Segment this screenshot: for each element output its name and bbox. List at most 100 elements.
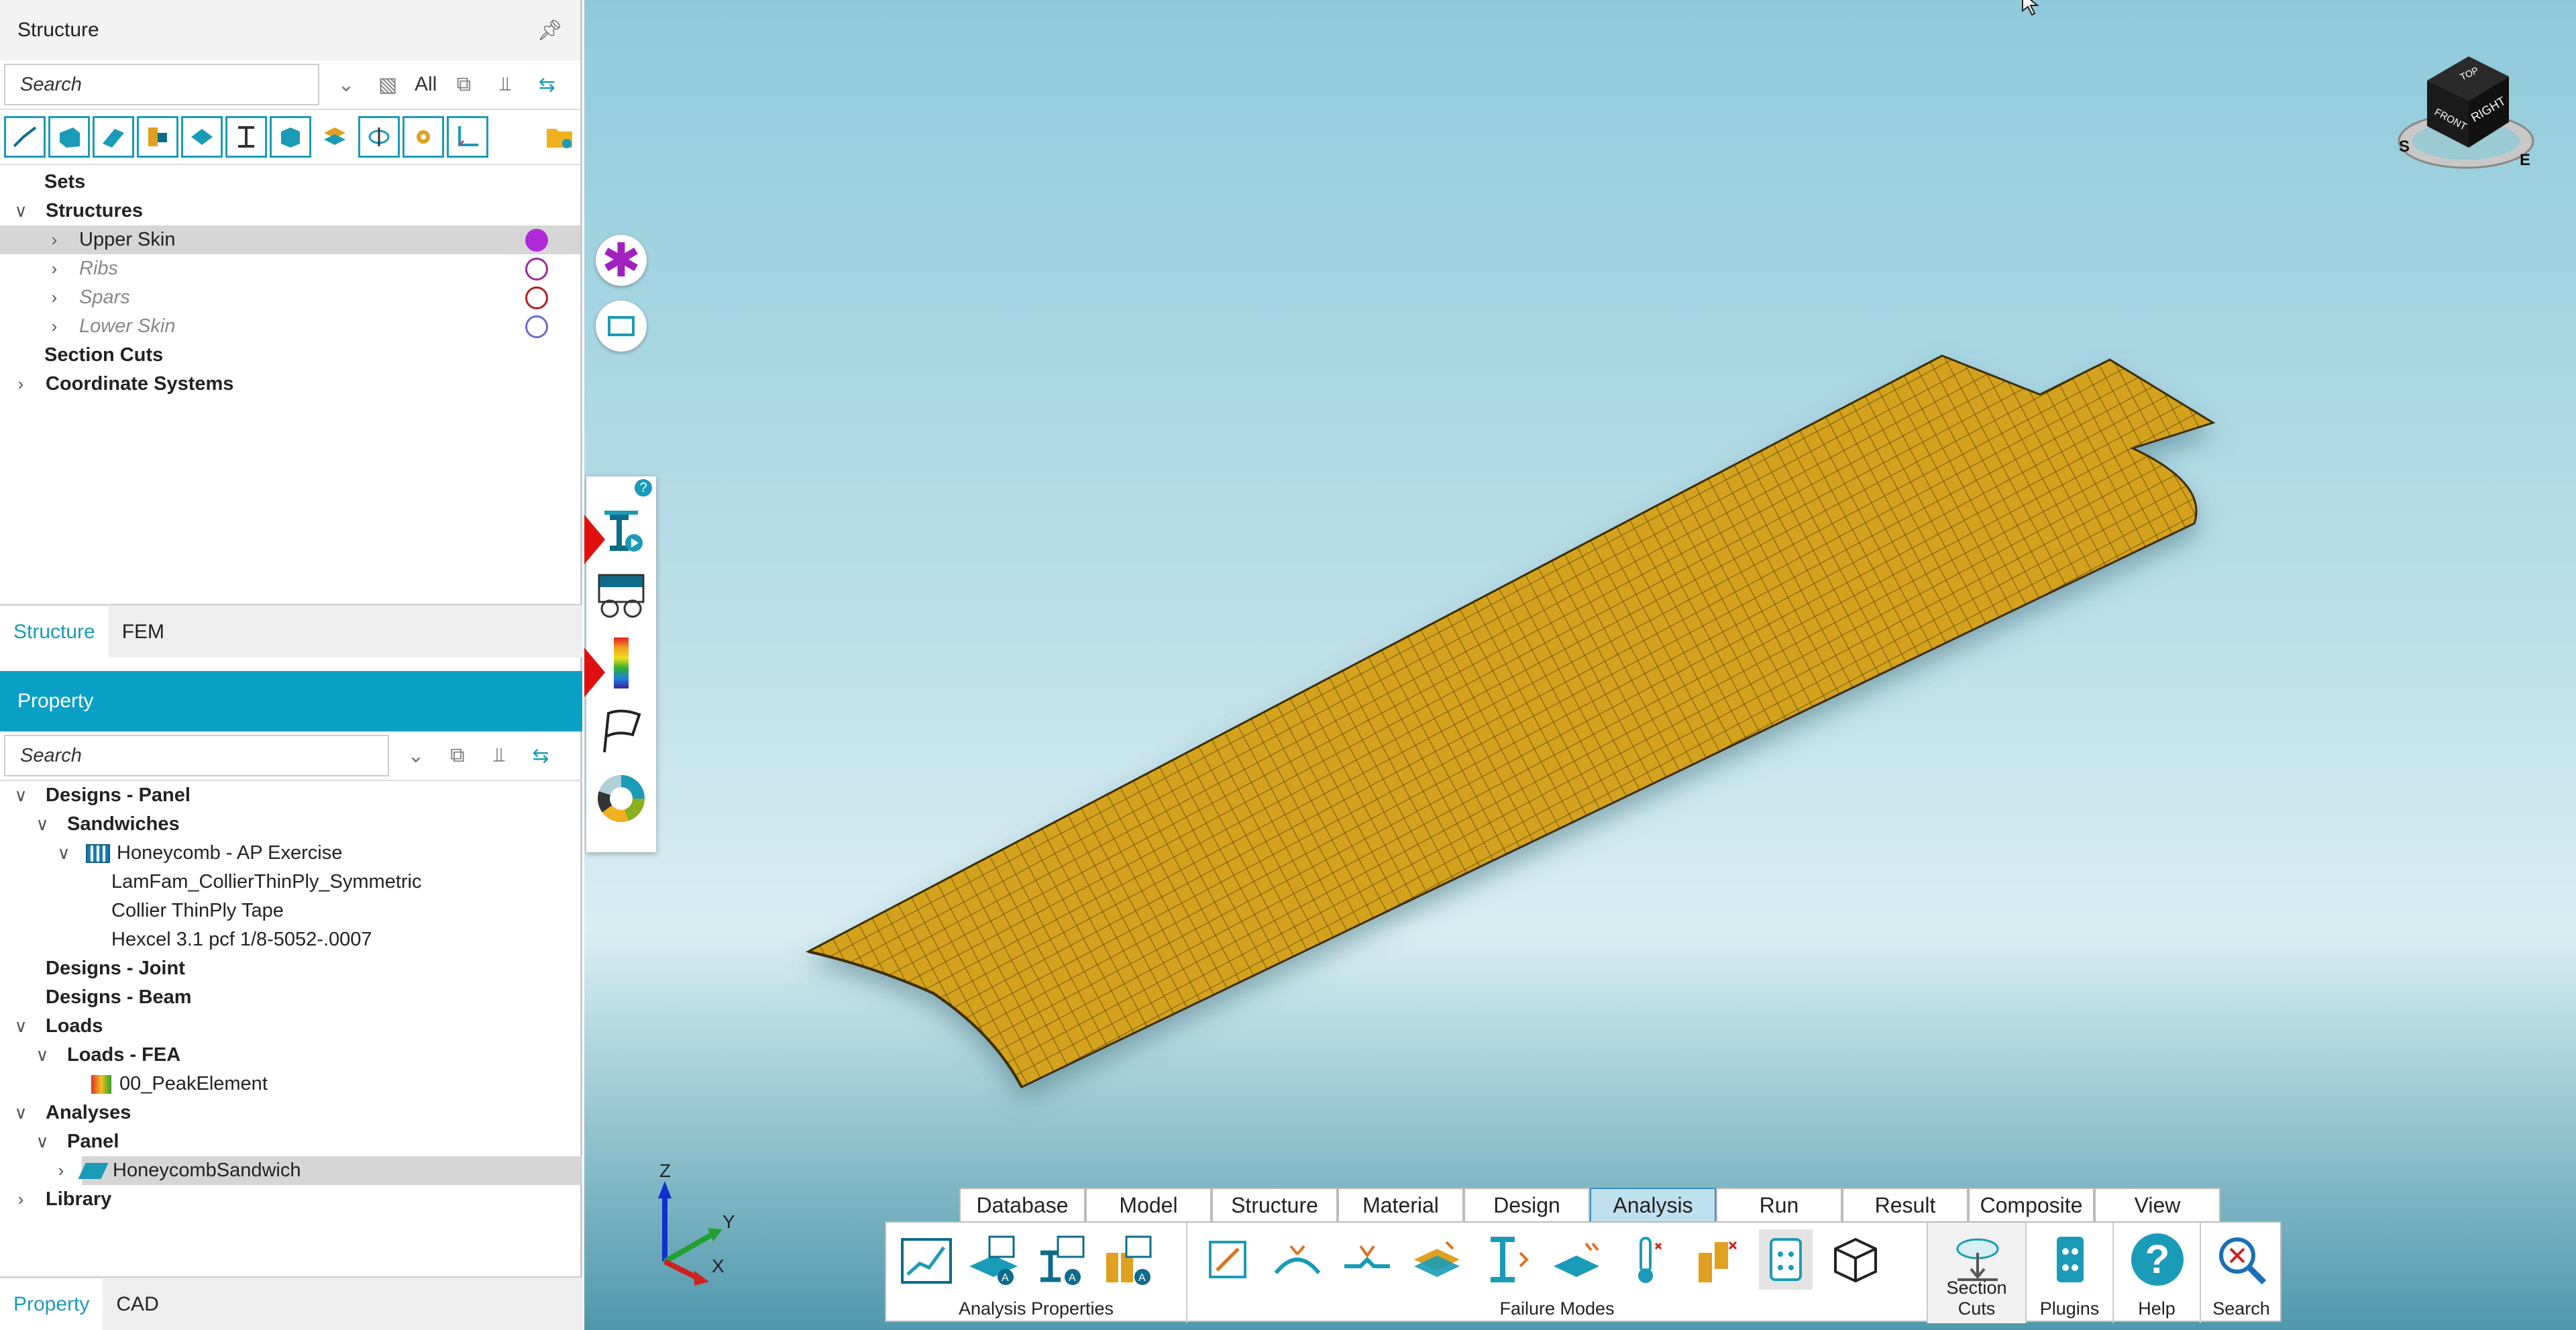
failure-crippling-icon[interactable] — [1340, 1229, 1394, 1290]
tab-result[interactable]: Result — [1842, 1188, 1968, 1221]
failure-panel-icon[interactable] — [1201, 1229, 1254, 1290]
help-icon[interactable]: ? — [2131, 1229, 2184, 1290]
folder-add-icon[interactable] — [543, 120, 576, 154]
property-search-input[interactable]: Search — [4, 735, 389, 776]
color-dot[interactable] — [525, 257, 548, 280]
tree-item-panel[interactable]: ∨ Panel — [0, 1127, 582, 1156]
tab-structure[interactable]: Structure — [0, 607, 109, 658]
search-icon[interactable] — [2214, 1229, 2268, 1290]
failure-buckling-icon[interactable] — [1271, 1229, 1324, 1290]
filter-all-label[interactable]: All — [415, 73, 437, 96]
node-icon[interactable] — [4, 116, 46, 158]
tree-item-analyses[interactable]: ∨ Analyses — [0, 1098, 582, 1127]
collapse-icon[interactable]: ⧉ — [443, 741, 472, 770]
section-icon[interactable] — [358, 116, 400, 158]
tree-item-upper-skin[interactable]: › Upper Skin — [0, 225, 580, 254]
layers-icon[interactable] — [314, 116, 356, 158]
analysis-chart-icon[interactable] — [900, 1229, 953, 1290]
sync-icon[interactable]: ⇆ — [532, 70, 561, 99]
tab-property[interactable]: Property — [0, 1279, 103, 1330]
view-cube[interactable]: TOP FRONT RIGHT S E — [2395, 47, 2536, 181]
tree-item-honeycomb-sandwich[interactable]: › HoneycombSandwich — [58, 1156, 582, 1185]
tree-item-hexcel[interactable]: Hexcel 3.1 pcf 1/8-5052-.0007 — [0, 925, 582, 954]
tab-run[interactable]: Run — [1716, 1188, 1842, 1221]
chevron-right-icon[interactable]: › — [11, 374, 31, 395]
cube-filter-icon[interactable]: ▧ — [373, 70, 402, 99]
color-wheel-icon[interactable] — [596, 772, 647, 825]
tab-design[interactable]: Design — [1464, 1188, 1590, 1221]
axes-icon[interactable] — [447, 116, 488, 158]
failure-beam-icon[interactable] — [1480, 1229, 1534, 1290]
failure-joint-icon[interactable] — [1689, 1229, 1743, 1290]
failure-laminate-icon[interactable] — [1410, 1229, 1464, 1290]
tree-icon[interactable]: ⫫ — [484, 741, 514, 770]
chevron-down-icon[interactable]: ⌄ — [401, 741, 431, 770]
chevron-down-icon[interactable]: ∨ — [54, 843, 74, 864]
beam-analysis-icon[interactable]: A — [1034, 1229, 1087, 1290]
pin-icon[interactable]: 📌︎ — [537, 19, 563, 42]
solid-icon[interactable] — [48, 116, 90, 158]
tree-item-sandwiches[interactable]: ∨ Sandwiches — [0, 810, 582, 839]
joint-icon[interactable] — [137, 116, 178, 158]
tree-item-spars[interactable]: › Spars — [0, 283, 580, 312]
color-dot[interactable] — [525, 315, 548, 338]
chevron-down-icon[interactable]: ∨ — [32, 1045, 52, 1066]
tree-icon[interactable]: ⫫ — [490, 70, 520, 99]
asterisk-button[interactable]: ✱ — [596, 235, 647, 286]
tree-item-lower-skin[interactable]: › Lower Skin — [0, 312, 580, 341]
structure-search-input[interactable]: Search — [4, 64, 319, 105]
chevron-down-icon[interactable]: ∨ — [11, 1016, 31, 1037]
box-icon[interactable] — [270, 116, 311, 158]
tree-item-loads[interactable]: ∨ Loads — [0, 1012, 582, 1041]
chevron-down-icon[interactable]: ⌄ — [331, 70, 361, 99]
panel-analysis-icon[interactable]: A — [967, 1229, 1020, 1290]
chevron-right-icon[interactable]: › — [44, 316, 64, 337]
tab-composite[interactable]: Composite — [1968, 1188, 2094, 1221]
tree-item-designs-joint[interactable]: Designs - Joint — [0, 954, 582, 983]
tab-database[interactable]: Database — [959, 1188, 1085, 1221]
tree-item-sets[interactable]: Sets — [0, 168, 580, 197]
rectangle-select-button[interactable] — [596, 301, 647, 352]
tree-item-lamfam[interactable]: LamFam_CollierThinPly_Symmetric — [0, 868, 582, 897]
3d-viewport[interactable]: ✱ ? 1 2 TOP FRONT RIGHT S — [584, 0, 2576, 1330]
upper-skin-model[interactable] — [584, 0, 2576, 1330]
chevron-right-icon[interactable]: › — [51, 1160, 71, 1181]
color-dot[interactable] — [525, 228, 548, 252]
tree-item-designs-beam[interactable]: Designs - Beam — [0, 983, 582, 1012]
tree-item-loads-fea[interactable]: ∨ Loads - FEA — [0, 1041, 582, 1070]
panel-icon[interactable] — [181, 116, 223, 158]
tab-view[interactable]: View — [2094, 1188, 2220, 1221]
help-badge[interactable]: ? — [635, 479, 652, 497]
chevron-right-icon[interactable]: › — [11, 1189, 31, 1210]
failure-thermal-icon[interactable] — [1619, 1229, 1673, 1290]
tree-item-structures[interactable]: ∨ Structures — [0, 197, 580, 225]
tree-item-designs-panel[interactable]: ∨ Designs - Panel — [0, 781, 582, 810]
tab-analysis[interactable]: Analysis — [1590, 1188, 1716, 1221]
tree-item-section-cuts[interactable]: Section Cuts — [0, 341, 580, 370]
chevron-right-icon[interactable]: › — [44, 258, 64, 279]
tab-fem[interactable]: FEM — [109, 607, 178, 658]
collapse-icon[interactable]: ⧉ — [449, 70, 478, 99]
joint-analysis-icon[interactable]: A — [1101, 1229, 1155, 1290]
sync-icon[interactable]: ⇆ — [526, 741, 555, 770]
tree-item-ribs[interactable]: › Ribs — [0, 254, 580, 283]
color-dot[interactable] — [525, 286, 548, 309]
tab-model[interactable]: Model — [1085, 1188, 1212, 1221]
tab-material[interactable]: Material — [1338, 1188, 1464, 1221]
tree-item-thinply-tape[interactable]: Collier ThinPly Tape — [0, 897, 582, 925]
chevron-down-icon[interactable]: ∨ — [32, 1131, 52, 1152]
beam-icon[interactable] — [225, 116, 267, 158]
chevron-down-icon[interactable]: ∨ — [32, 814, 52, 835]
plugins-icon[interactable] — [2043, 1229, 2097, 1290]
chevron-down-icon[interactable]: ∨ — [11, 201, 31, 221]
surface-icon[interactable] — [93, 116, 134, 158]
tab-structure-ribbon[interactable]: Structure — [1212, 1188, 1338, 1221]
tree-item-library[interactable]: › Library — [0, 1185, 582, 1214]
failure-sandwich-icon[interactable] — [1550, 1229, 1603, 1290]
chevron-right-icon[interactable]: › — [44, 229, 64, 250]
chevron-down-icon[interactable]: ∨ — [11, 1103, 31, 1123]
tree-item-honeycomb[interactable]: ∨ Honeycomb - AP Exercise — [0, 839, 582, 868]
tree-item-coordinate-systems[interactable]: › Coordinate Systems — [0, 370, 580, 399]
chevron-down-icon[interactable]: ∨ — [11, 785, 31, 806]
failure-plug-icon[interactable] — [1759, 1229, 1813, 1290]
